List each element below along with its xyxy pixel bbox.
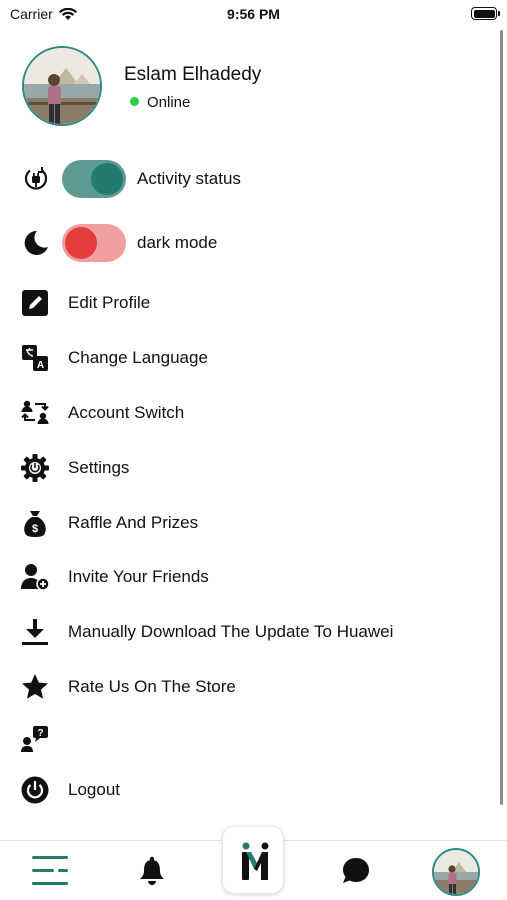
avatar[interactable] — [22, 46, 102, 126]
profile-name: Eslam Elhadedy — [124, 64, 262, 85]
menu-item-label: Logout — [68, 780, 120, 799]
menu-item-logout[interactable]: Logout — [20, 769, 460, 809]
home-logo-icon — [242, 842, 269, 880]
dark-mode-label: dark mode — [137, 233, 218, 252]
menu-item-rate-us[interactable]: Rate Us On The Store — [20, 666, 460, 706]
profile-tab-avatar[interactable] — [432, 848, 480, 896]
bell-icon[interactable] — [139, 856, 165, 886]
online-status-dot — [130, 97, 139, 106]
gear-icon — [21, 454, 49, 482]
power-plug-icon — [24, 167, 48, 190]
edit-icon — [22, 290, 48, 316]
menu-item-manual-download[interactable]: Manually Download The Update To Huawei — [20, 611, 460, 651]
online-status-label: Online — [147, 94, 191, 111]
dark-mode-row: dark mode — [22, 224, 442, 264]
menu-item-change-language[interactable]: A Change Language — [20, 337, 460, 377]
menu-item-label: Rate Us On The Store — [68, 677, 236, 696]
menu-item-edit-profile[interactable]: Edit Profile — [20, 282, 460, 322]
add-user-icon — [21, 564, 50, 591]
svg-text:?: ? — [37, 728, 43, 739]
profile-header[interactable]: Eslam Elhadedy Online — [22, 46, 442, 126]
menu-item-label: Invite Your Friends — [68, 567, 209, 586]
menu-item-label: Change Language — [68, 348, 208, 367]
activity-status-row: Activity status — [22, 160, 442, 200]
download-icon — [22, 619, 48, 645]
menu-item-raffle-and-prizes[interactable]: $ Raffle And Prizes — [20, 502, 460, 542]
menu-item-support[interactable]: ? — [20, 718, 460, 758]
menu-icon[interactable] — [32, 854, 70, 888]
dark-mode-toggle[interactable] — [62, 224, 126, 262]
menu-item-label: Raffle And Prizes — [68, 513, 199, 532]
menu-item-label: Manually Download The Update To Huawei — [68, 622, 394, 641]
battery-icon — [471, 7, 500, 20]
activity-status-toggle[interactable] — [62, 160, 126, 198]
support-question-icon: ? — [21, 726, 48, 752]
status-bar: Carrier 9:56 PM — [0, 0, 507, 30]
activity-status-label: Activity status — [137, 169, 241, 188]
scrollbar[interactable] — [500, 30, 503, 805]
svg-text:$: $ — [32, 523, 38, 535]
account-switch-icon — [21, 400, 49, 424]
menu-item-label: Account Switch — [68, 403, 185, 422]
money-bag-icon: $ — [24, 511, 46, 537]
menu-item-label: Settings — [68, 458, 130, 477]
translate-icon: A — [22, 345, 48, 371]
power-icon — [21, 776, 49, 804]
menu-item-invite-your-friends[interactable]: Invite Your Friends — [20, 556, 460, 596]
menu-item-label: Edit Profile — [68, 293, 151, 312]
star-icon — [22, 674, 48, 699]
home-tab[interactable] — [222, 826, 284, 894]
menu-item-settings[interactable]: Settings — [20, 447, 460, 487]
clock: 9:56 PM — [227, 6, 280, 22]
menu-item-account-switch[interactable]: Account Switch — [20, 392, 460, 432]
moon-icon — [24, 230, 48, 255]
svg-text:A: A — [37, 360, 44, 371]
chat-icon[interactable] — [341, 856, 371, 886]
